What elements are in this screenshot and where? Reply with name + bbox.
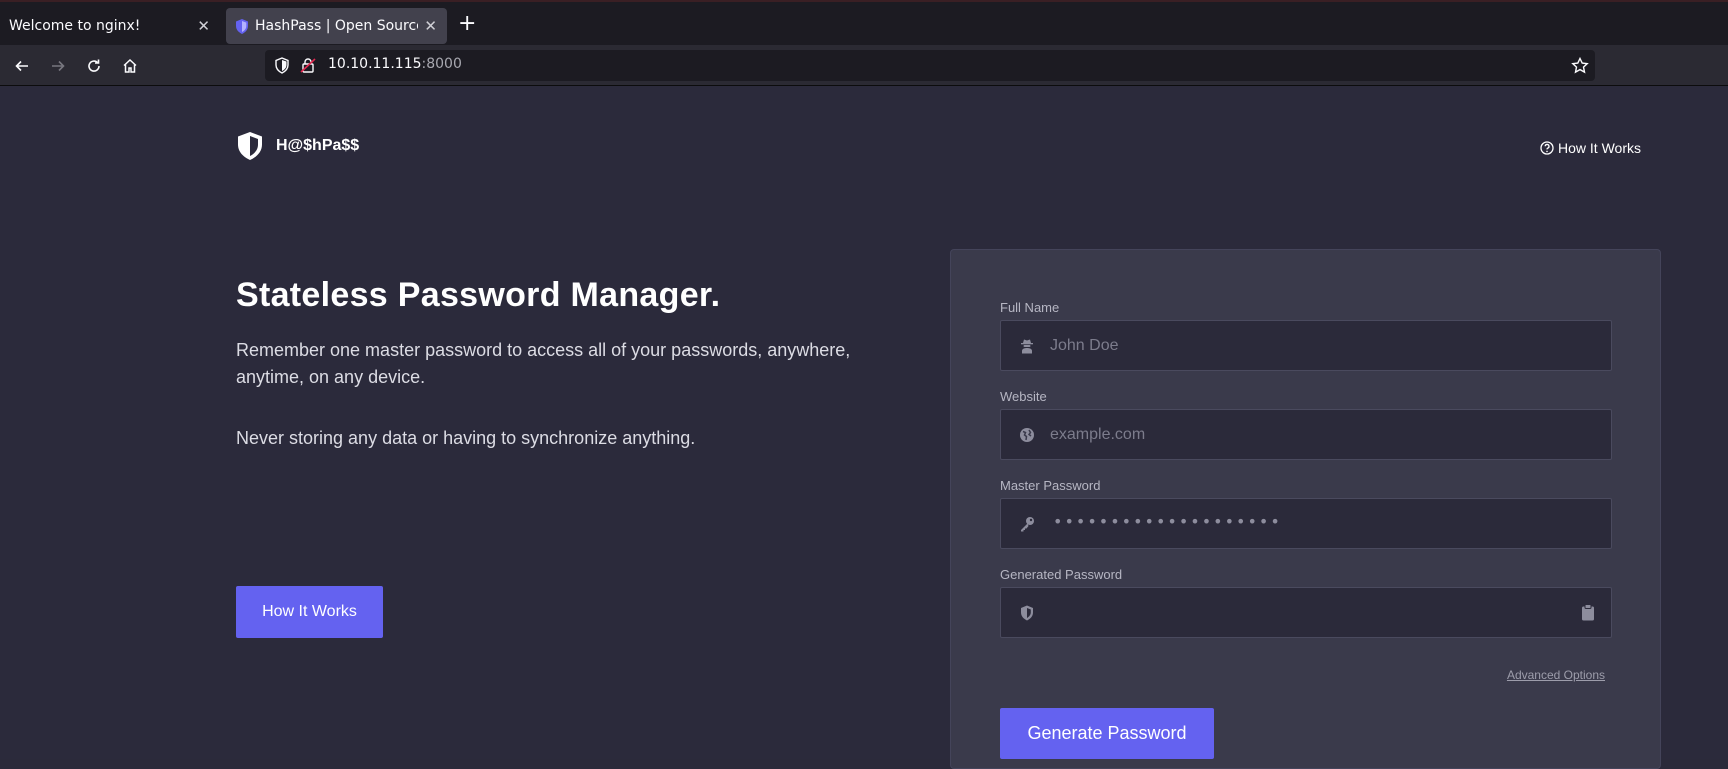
lock-icon[interactable] bbox=[300, 57, 316, 74]
tab-hashpass[interactable]: HashPass | Open Source ✕ bbox=[226, 8, 447, 44]
url-host: 10.10.11.115 bbox=[328, 56, 422, 72]
back-icon[interactable] bbox=[10, 54, 34, 78]
shield-favicon-icon bbox=[236, 19, 248, 34]
brand-logo[interactable]: H@$hPa$$ bbox=[236, 131, 359, 161]
generated-password-field[interactable] bbox=[1000, 587, 1612, 638]
how-it-works-link[interactable]: How It Works bbox=[1540, 140, 1641, 156]
shield-halved-icon bbox=[1018, 604, 1036, 622]
page-content: H@$hPa$$ How It Works Stateless Password… bbox=[0, 86, 1728, 769]
website-input[interactable] bbox=[1050, 410, 1590, 459]
home-icon[interactable] bbox=[118, 54, 142, 78]
user-secret-icon bbox=[1018, 337, 1036, 355]
password-form-card: Full Name Website Master P bbox=[950, 249, 1661, 769]
brand-name: H@$hPa$$ bbox=[276, 137, 360, 154]
browser-tab-bar: Welcome to nginx! ✕ HashPass | Open Sour… bbox=[0, 0, 1728, 45]
full-name-field[interactable] bbox=[1000, 320, 1612, 371]
tab-nginx[interactable]: Welcome to nginx! ✕ bbox=[0, 8, 220, 44]
hero-section: Stateless Password Manager. Remember one… bbox=[236, 276, 896, 638]
url-port: :8000 bbox=[421, 56, 462, 72]
generated-password-label: Generated Password bbox=[1000, 567, 1123, 582]
globe-icon bbox=[1018, 426, 1036, 444]
question-circle-icon bbox=[1540, 141, 1554, 155]
website-label: Website bbox=[1000, 389, 1047, 404]
tab-title: HashPass | Open Source bbox=[255, 18, 418, 34]
generated-password-input[interactable] bbox=[1050, 588, 1590, 637]
key-icon bbox=[1018, 515, 1036, 533]
master-password-input[interactable]: •••••••••••••••••••• bbox=[1053, 512, 1282, 531]
master-password-field[interactable]: •••••••••••••••••••• bbox=[1000, 498, 1612, 549]
url-text[interactable]: 10.10.11.115:8000 bbox=[328, 56, 462, 72]
full-name-label: Full Name bbox=[1000, 300, 1060, 315]
close-icon[interactable]: ✕ bbox=[197, 18, 210, 34]
reload-icon[interactable] bbox=[82, 54, 106, 78]
hero-description: Remember one master password to access a… bbox=[236, 340, 851, 387]
how-it-works-label: How It Works bbox=[1558, 140, 1641, 156]
generate-password-button[interactable]: Generate Password bbox=[1000, 708, 1214, 759]
shield-icon[interactable] bbox=[274, 57, 290, 74]
website-field[interactable] bbox=[1000, 409, 1612, 460]
bookmark-star-icon[interactable] bbox=[1571, 57, 1589, 74]
forward-icon[interactable] bbox=[46, 54, 70, 78]
new-tab-button[interactable]: + bbox=[458, 12, 476, 36]
how-it-works-button[interactable]: How It Works bbox=[236, 586, 383, 638]
advanced-options-link[interactable]: Advanced Options bbox=[1507, 668, 1605, 682]
close-icon[interactable]: ✕ bbox=[424, 18, 437, 34]
hero-title: Stateless Password Manager. bbox=[236, 276, 721, 314]
browser-toolbar: 10.10.11.115:8000 bbox=[0, 45, 1728, 86]
hero-subtext: Never storing any data or having to sync… bbox=[236, 428, 696, 448]
tab-title: Welcome to nginx! bbox=[9, 18, 141, 34]
full-name-input[interactable] bbox=[1050, 321, 1590, 370]
clipboard-icon[interactable] bbox=[1581, 604, 1595, 625]
master-password-label: Master Password bbox=[1000, 478, 1101, 493]
url-bar[interactable]: 10.10.11.115:8000 bbox=[265, 50, 1595, 81]
shield-logo-icon bbox=[238, 132, 262, 160]
